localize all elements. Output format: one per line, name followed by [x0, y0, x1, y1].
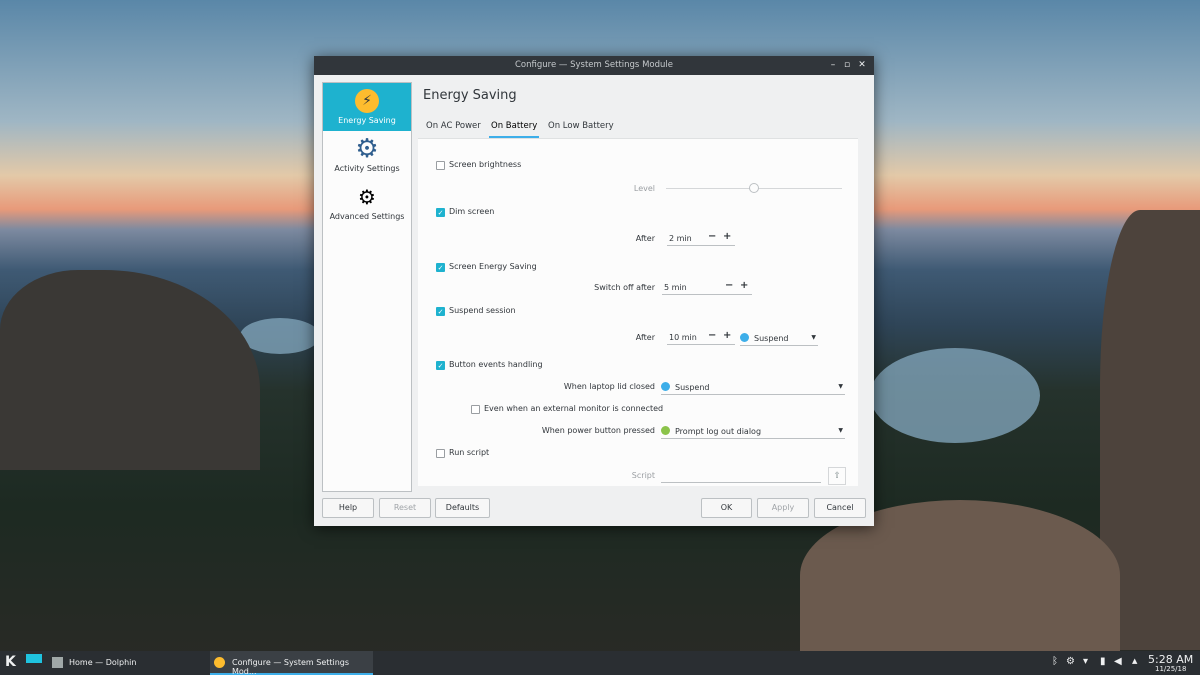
tab-on-low-battery[interactable]: On Low Battery: [546, 121, 616, 136]
settings-dialog: Configure — System Settings Module – ▫ ✕…: [314, 56, 874, 526]
minus-icon[interactable]: −: [708, 330, 716, 341]
chevron-down-icon: ▼: [811, 334, 816, 341]
screen-energy-saving-checkbox[interactable]: ✓: [436, 263, 445, 272]
task-label: Home — Dolphin: [69, 658, 137, 667]
dropdown-value: Suspend: [675, 383, 710, 392]
wallpaper-lake: [240, 318, 320, 354]
cancel-button[interactable]: Cancel: [814, 498, 866, 518]
script-input[interactable]: [661, 471, 821, 483]
upload-icon[interactable]: ⇧: [828, 467, 846, 485]
reset-button[interactable]: Reset: [379, 498, 431, 518]
window-title: Configure — System Settings Module: [515, 60, 673, 70]
gear-icon: ⚙: [358, 185, 376, 209]
defaults-button[interactable]: Defaults: [435, 498, 490, 518]
tab-on-ac-power[interactable]: On AC Power: [424, 121, 483, 136]
after-label: After: [635, 234, 655, 243]
lightning-icon: ⚡: [355, 89, 379, 113]
help-button[interactable]: Help: [322, 498, 374, 518]
task-configure[interactable]: Configure — System Settings Mod...: [210, 651, 373, 676]
screen-brightness-label: Screen brightness: [449, 160, 522, 169]
dropdown-value: Prompt log out dialog: [675, 427, 762, 436]
sidebar-item-label: Energy Saving: [338, 116, 396, 125]
sidebar-item-label: Advanced Settings: [329, 212, 405, 221]
apply-button[interactable]: Apply: [757, 498, 809, 518]
plus-icon[interactable]: +: [723, 330, 731, 341]
lid-action-dropdown[interactable]: Suspend ▼: [661, 382, 845, 395]
suspend-action-dropdown[interactable]: Suspend ▼: [740, 333, 818, 346]
tab-on-battery[interactable]: On Battery: [489, 121, 540, 138]
gear-icon: ⚙: [355, 134, 379, 164]
slider-handle[interactable]: [749, 183, 759, 193]
task-dolphin[interactable]: Home — Dolphin: [50, 651, 208, 675]
run-script-checkbox[interactable]: [436, 449, 445, 458]
devices-icon[interactable]: ⚙: [1066, 656, 1075, 667]
level-label: Level: [633, 184, 655, 193]
expand-tray-icon[interactable]: ▲: [1132, 657, 1137, 665]
kde-launcher-icon[interactable]: K: [5, 654, 16, 670]
settings-panel: Screen brightness Level ✓ Dim screen Aft…: [418, 138, 858, 486]
lid-closed-label: When laptop lid closed: [563, 382, 655, 391]
folder-icon: [52, 657, 63, 668]
logout-icon: [661, 426, 670, 435]
screen-energy-saving-label: Screen Energy Saving: [449, 262, 537, 271]
wifi-icon[interactable]: ▾: [1083, 656, 1088, 667]
after-label: After: [635, 333, 655, 342]
close-icon[interactable]: ✕: [855, 56, 869, 75]
dropdown-value: Suspend: [754, 334, 789, 343]
script-label: Script: [631, 471, 655, 480]
chevron-down-icon: ▼: [838, 383, 843, 390]
minus-icon[interactable]: −: [708, 231, 716, 242]
sidebar-item-energy-saving[interactable]: ⚡ Energy Saving: [323, 83, 411, 131]
suspend-icon: [661, 382, 670, 391]
bluetooth-icon[interactable]: ᛒ: [1052, 656, 1058, 667]
taskbar: K Home — Dolphin Configure — System Sett…: [0, 651, 1200, 676]
power-action-dropdown[interactable]: Prompt log out dialog ▼: [661, 426, 845, 439]
switch-off-label: Switch off after: [594, 283, 655, 292]
button-events-checkbox[interactable]: ✓: [436, 361, 445, 370]
plus-icon[interactable]: +: [723, 231, 731, 242]
run-script-label: Run script: [449, 448, 490, 457]
sidebar-item-activity-settings[interactable]: ⚙ Activity Settings: [323, 131, 411, 179]
plus-icon[interactable]: +: [740, 280, 748, 291]
power-button-label: When power button pressed: [541, 426, 655, 435]
dim-screen-checkbox[interactable]: ✓: [436, 208, 445, 217]
sidebar-item-advanced-settings[interactable]: ⚙ Advanced Settings: [323, 179, 411, 227]
suspend-session-label: Suspend session: [449, 306, 516, 315]
sidebar-item-label: Activity Settings: [334, 164, 400, 173]
maximize-icon[interactable]: ▫: [840, 56, 854, 75]
title-bar[interactable]: Configure — System Settings Module – ▫ ✕: [314, 56, 874, 75]
sidebar: ⚡ Energy Saving ⚙ Activity Settings ⚙ Ad…: [322, 82, 412, 492]
page-title: Energy Saving: [423, 88, 517, 103]
battery-icon[interactable]: ▮: [1100, 656, 1106, 667]
screen-brightness-checkbox[interactable]: [436, 161, 445, 170]
switch-off-spinbox[interactable]: 5 min: [662, 283, 752, 295]
dim-screen-label: Dim screen: [449, 207, 495, 216]
wallpaper-lake: [870, 348, 1040, 443]
clock-date[interactable]: 11/25/18: [1155, 665, 1186, 673]
minus-icon[interactable]: −: [725, 280, 733, 291]
suspend-icon: [740, 333, 749, 342]
external-monitor-checkbox[interactable]: [471, 405, 480, 414]
button-events-label: Button events handling: [449, 360, 543, 369]
external-monitor-label: Even when an external monitor is connect…: [484, 404, 664, 413]
suspend-session-checkbox[interactable]: ✓: [436, 307, 445, 316]
volume-icon[interactable]: ◀: [1114, 656, 1122, 667]
ok-button[interactable]: OK: [701, 498, 752, 518]
lightning-icon: [214, 657, 225, 668]
pager-icon[interactable]: [26, 654, 42, 663]
task-label: Configure — System Settings Mod...: [232, 658, 350, 676]
minimize-icon[interactable]: –: [826, 56, 840, 75]
chevron-down-icon: ▼: [838, 427, 843, 434]
